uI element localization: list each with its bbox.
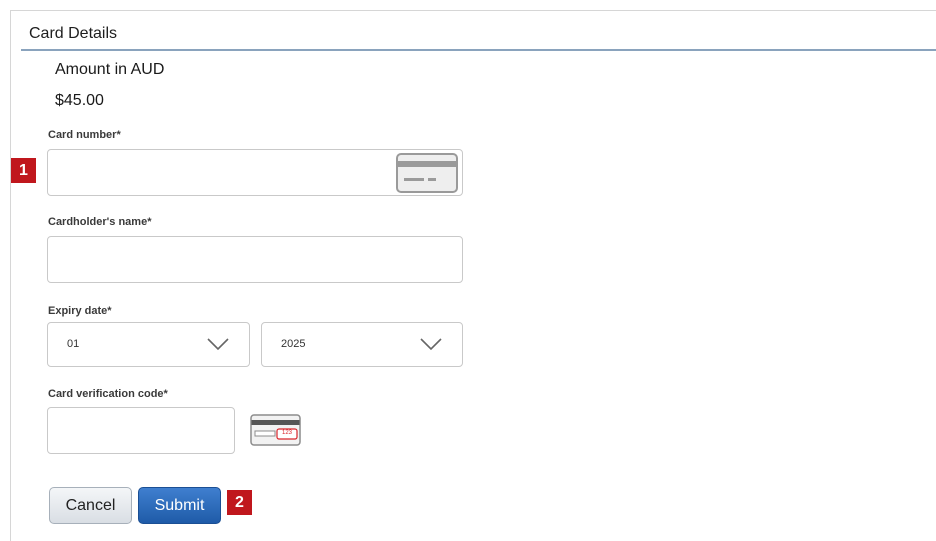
expiry-date-label: Expiry date* <box>48 305 112 317</box>
section-title: Card Details <box>29 25 118 42</box>
section-header: Card Details <box>21 22 936 51</box>
chevron-down-icon <box>207 338 229 351</box>
cardholder-name-input[interactable] <box>47 236 463 283</box>
expiry-month-value: 01 <box>67 338 80 350</box>
credit-card-icon <box>396 153 458 193</box>
card-cvc-icon: 123 <box>250 414 301 446</box>
cvc-label: Card verification code* <box>48 388 168 400</box>
step-marker-1: 1 <box>11 158 36 183</box>
expiry-year-select[interactable]: 2025 <box>261 322 463 367</box>
cvc-icon-text: 123 <box>281 430 292 436</box>
amount-value: $45.00 <box>55 92 104 109</box>
cancel-button[interactable]: Cancel <box>49 487 132 524</box>
step-marker-2: 2 <box>227 490 252 515</box>
cardholder-name-label: Cardholder's name* <box>48 216 152 228</box>
chevron-down-icon <box>420 338 442 351</box>
submit-button[interactable]: Submit <box>138 487 221 524</box>
expiry-month-select[interactable]: 01 <box>47 322 250 367</box>
expiry-year-value: 2025 <box>281 338 306 350</box>
cvc-input[interactable] <box>47 407 235 454</box>
amount-label: Amount in AUD <box>55 61 165 78</box>
card-number-label: Card number* <box>48 129 121 141</box>
